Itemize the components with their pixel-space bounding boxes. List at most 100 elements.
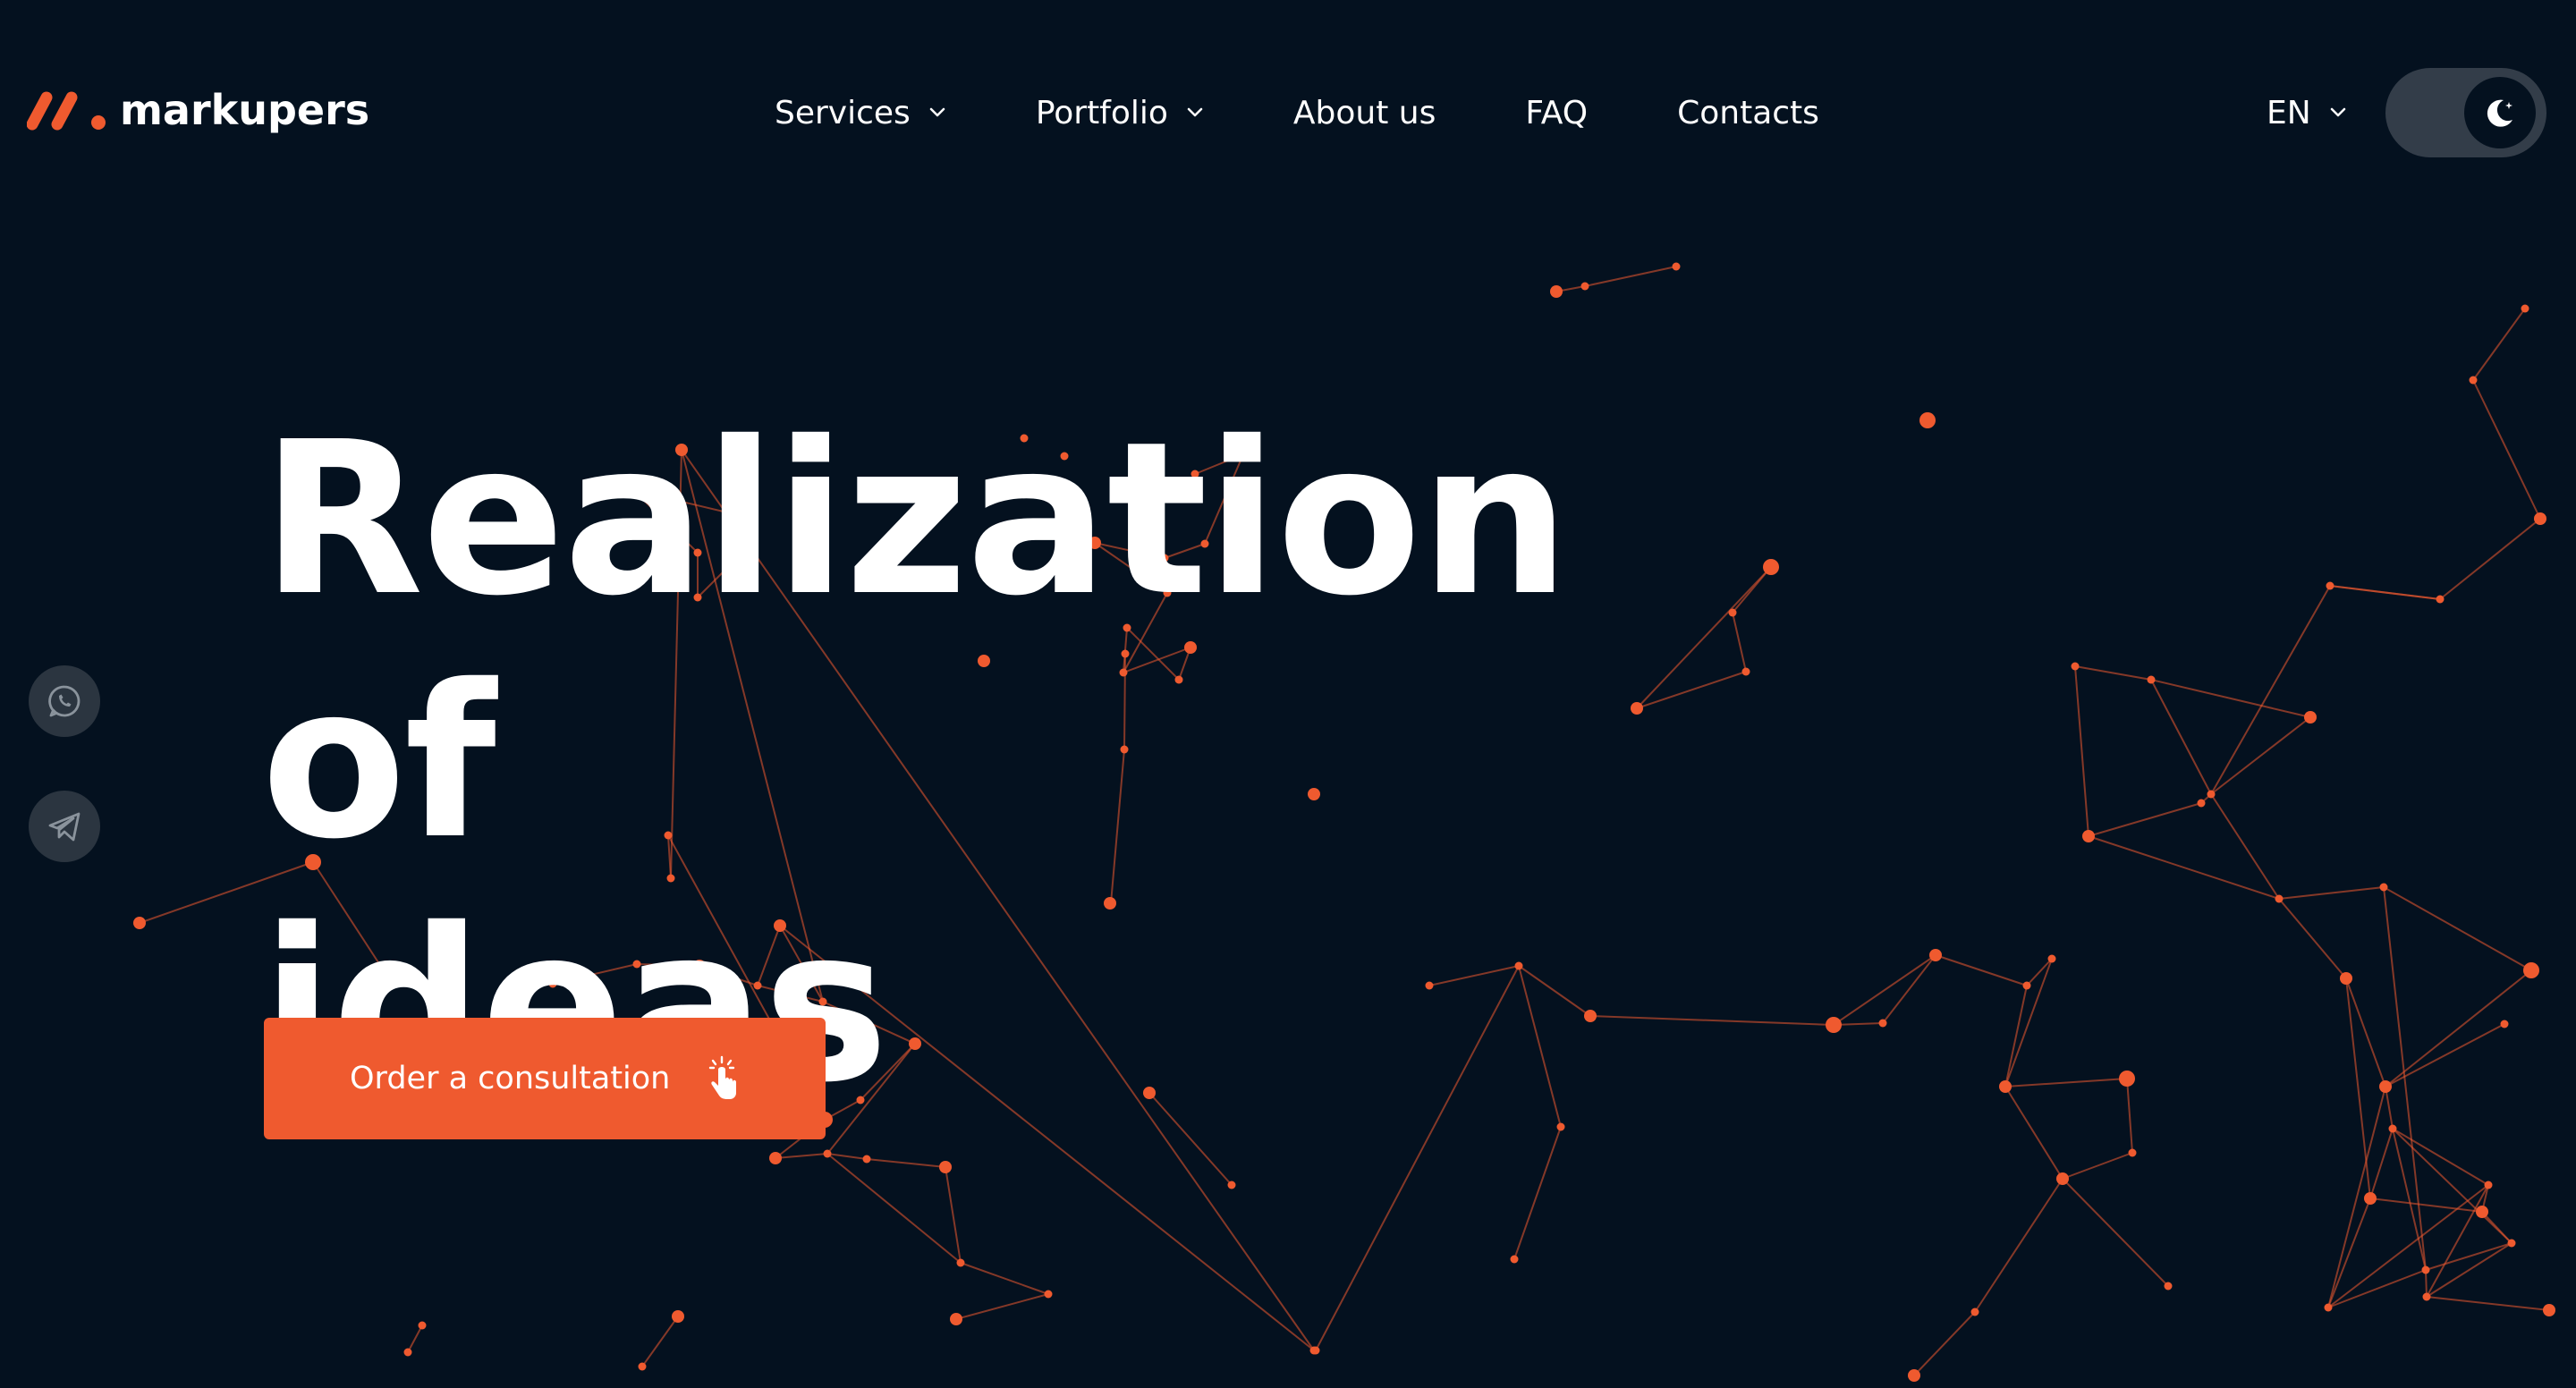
network-node (1510, 1255, 1519, 1264)
network-node (638, 1362, 647, 1371)
network-edge (2383, 886, 2427, 1271)
logo-text: markupers (120, 86, 370, 134)
network-node (403, 1348, 412, 1357)
network-edge (2074, 665, 2089, 837)
language-selector[interactable]: EN (2267, 89, 2347, 136)
network-node (2047, 954, 2056, 963)
network-node (1672, 262, 1681, 271)
network-node (2364, 1192, 2377, 1205)
theme-toggle-knob (2464, 77, 2536, 148)
network-node (1908, 1369, 1920, 1382)
network-node (1044, 1290, 1053, 1299)
nav-item-label: Contacts (1677, 94, 1819, 131)
theme-toggle[interactable] (2385, 68, 2546, 157)
telegram-button[interactable] (29, 791, 100, 862)
logo-mark-icon (27, 91, 106, 131)
network-edge (2385, 1023, 2505, 1088)
network-node (2128, 1148, 2137, 1157)
network-node (2071, 662, 2080, 671)
hand-pointer-icon (709, 1055, 737, 1099)
network-node (2543, 1304, 2555, 1316)
network-node (2534, 512, 2546, 525)
chevron-down-icon (929, 107, 945, 117)
nav-item-portfolio[interactable]: Portfolio (1036, 95, 1204, 131)
network-node (2436, 595, 2445, 604)
network-node (2147, 675, 2156, 684)
network-node (2207, 790, 2216, 799)
network-node (133, 917, 146, 929)
network-edge (2026, 958, 2053, 986)
network-edge (1935, 954, 2028, 986)
network-edge (2385, 969, 2532, 1088)
network-edge (1584, 266, 1677, 287)
logo[interactable]: markupers (27, 85, 369, 135)
network-edge (2472, 379, 2541, 520)
network-node (2324, 1303, 2333, 1312)
nav-item-faq[interactable]: FAQ (1525, 95, 1588, 131)
network-edge (2426, 1296, 2550, 1311)
network-node (2476, 1206, 2488, 1218)
network-node (950, 1313, 962, 1325)
network-node (2056, 1172, 2069, 1185)
network-node (1999, 1080, 2012, 1093)
network-edge (945, 1166, 962, 1264)
network-edge (2369, 1128, 2394, 1199)
network-edge (2392, 1128, 2512, 1244)
network-node (2484, 1181, 2493, 1189)
network-node (2421, 1265, 2430, 1274)
network-node (2304, 711, 2317, 724)
network-edge (2426, 1242, 2512, 1298)
network-node (1919, 412, 1936, 428)
network-edge (2383, 886, 2532, 971)
network-edge (2385, 1086, 2394, 1130)
network-node (862, 1155, 871, 1164)
network-node (2379, 883, 2388, 892)
network-node (2388, 1124, 2397, 1133)
whatsapp-button[interactable] (29, 665, 100, 737)
network-edge (2004, 1086, 2063, 1180)
network-node (956, 1258, 965, 1267)
network-edge (866, 1158, 946, 1168)
order-consultation-button[interactable]: Order a consultation (264, 1018, 826, 1139)
network-node (769, 1152, 782, 1164)
network-node (1878, 1019, 1887, 1028)
chevron-down-icon (1187, 107, 1203, 117)
network-node (2275, 894, 2284, 903)
network-node (2507, 1239, 2516, 1248)
network-edge (2392, 1128, 2489, 1186)
nav-item-services[interactable]: Services (775, 95, 946, 131)
nav-item-label: FAQ (1525, 94, 1589, 131)
network-edge (2369, 1198, 2483, 1213)
chevron-down-icon (2330, 107, 2345, 117)
network-edge (2327, 1086, 2386, 1308)
hero-title-line-1: Realization of (261, 396, 1570, 885)
network-edge (2327, 1269, 2427, 1308)
network-node (2523, 962, 2539, 978)
network-node (1970, 1308, 1979, 1316)
network-edge (955, 1293, 1049, 1320)
network-node (2326, 581, 2334, 590)
network-edge (2210, 793, 2280, 900)
network-edge (2278, 898, 2347, 979)
nav-item-about-us[interactable]: About us (1293, 95, 1436, 131)
network-edge (2425, 1269, 2428, 1298)
network-node (1929, 949, 1942, 961)
telegram-icon (48, 812, 80, 842)
order-consultation-label: Order a consultation (350, 1061, 671, 1096)
network-edge (2126, 1078, 2133, 1154)
network-node (2197, 799, 2206, 808)
network-node (2164, 1282, 2173, 1291)
network-edge (2472, 308, 2526, 381)
network-edge (2062, 1178, 2169, 1287)
network-node (2379, 1080, 2392, 1093)
network-edge (775, 1153, 828, 1159)
network-node (1227, 1181, 1236, 1189)
main-nav: Services Portfolio About us FAQ Contacts (775, 89, 1819, 136)
nav-item-contacts[interactable]: Contacts (1677, 95, 1819, 131)
nav-item-label: About us (1292, 94, 1436, 131)
network-node (2500, 1020, 2509, 1028)
network-edge (2062, 1152, 2133, 1180)
network-node (1550, 285, 1563, 298)
language-label: EN (2267, 94, 2311, 131)
network-edge (1882, 954, 1936, 1024)
